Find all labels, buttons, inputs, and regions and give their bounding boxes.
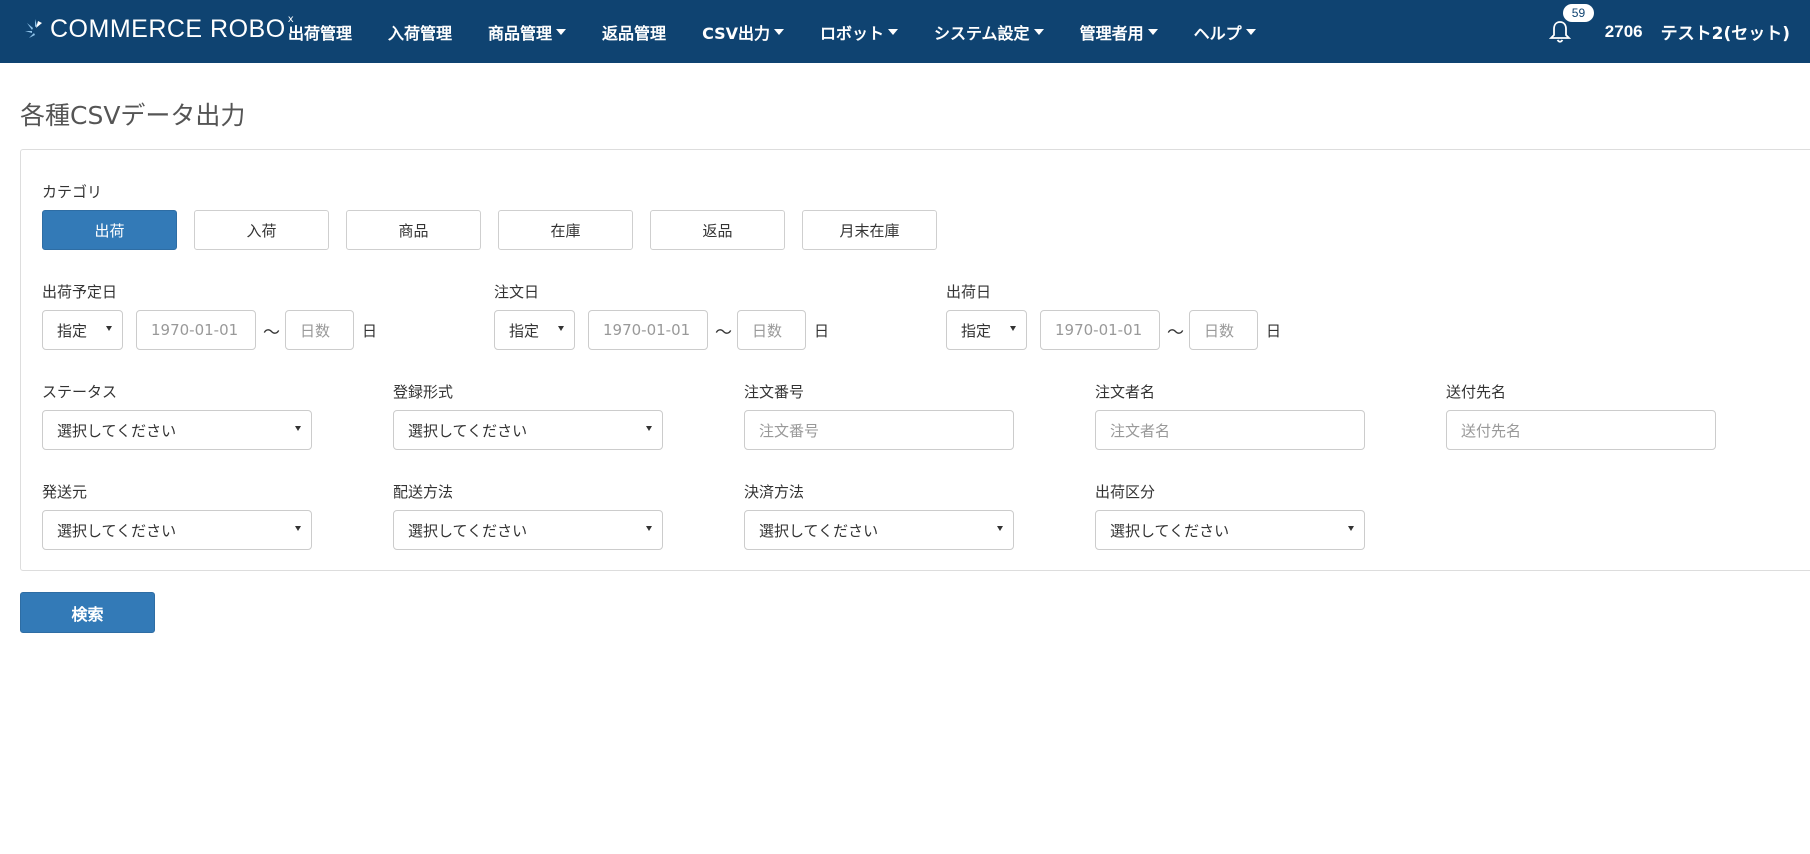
recipient-name-input[interactable]: 送付先名 bbox=[1446, 410, 1716, 450]
shipment-type-label: 出荷区分 bbox=[1095, 483, 1156, 501]
ship-date-label: 出荷日 bbox=[946, 283, 992, 301]
scheduled-ship-days-input[interactable]: 日数 bbox=[285, 310, 354, 350]
brand-logo[interactable]: COMMERCE ROBO x bbox=[24, 14, 294, 44]
range-tilde: 〜 bbox=[263, 323, 280, 343]
category-button-month-end-inventory[interactable]: 月末在庫 bbox=[802, 210, 937, 250]
main-menu: 出荷管理 入荷管理 商品管理 返品管理 CSV出力 ロボット システム設定 管理… bbox=[288, 0, 1292, 63]
caret-down-icon bbox=[1147, 28, 1158, 35]
nav-item-system-settings[interactable]: システム設定 bbox=[934, 20, 1044, 44]
user-area: 59 2706 テスト2(セット) bbox=[1548, 0, 1790, 63]
caret-down-icon bbox=[295, 526, 301, 531]
bell-icon bbox=[1548, 20, 1571, 43]
search-button[interactable]: 検索 bbox=[20, 592, 155, 633]
order-date-input[interactable]: 1970-01-01 bbox=[588, 310, 708, 350]
status-select[interactable]: 選択してください bbox=[42, 410, 312, 450]
scheduled-ship-date-label: 出荷予定日 bbox=[42, 283, 118, 301]
ship-from-select[interactable]: 選択してください bbox=[42, 510, 312, 550]
days-unit-label: 日 bbox=[814, 322, 830, 340]
nav-item-help[interactable]: ヘルプ bbox=[1194, 20, 1256, 44]
shipment-type-select[interactable]: 選択してください bbox=[1095, 510, 1365, 550]
order-days-input[interactable]: 日数 bbox=[737, 310, 806, 350]
category-button-inventory[interactable]: 在庫 bbox=[498, 210, 633, 250]
order-date-label: 注文日 bbox=[494, 283, 540, 301]
nav-item-receiving[interactable]: 入荷管理 bbox=[388, 20, 452, 44]
caret-down-icon bbox=[1010, 326, 1016, 331]
caret-down-icon bbox=[646, 526, 652, 531]
ship-date-mode-select[interactable]: 指定 bbox=[946, 310, 1027, 350]
payment-method-select[interactable]: 選択してください bbox=[744, 510, 1014, 550]
registration-format-select[interactable]: 選択してください bbox=[393, 410, 663, 450]
nav-item-admin[interactable]: 管理者用 bbox=[1080, 20, 1158, 44]
ship-days-input[interactable]: 日数 bbox=[1189, 310, 1258, 350]
caret-down-icon bbox=[106, 326, 112, 331]
order-number-label: 注文番号 bbox=[744, 383, 805, 401]
category-button-shipping[interactable]: 出荷 bbox=[42, 210, 177, 250]
nav-item-robot[interactable]: ロボット bbox=[820, 20, 899, 44]
category-button-products[interactable]: 商品 bbox=[346, 210, 481, 250]
logo-icon bbox=[25, 19, 42, 38]
caret-down-icon bbox=[1348, 526, 1354, 531]
order-number-input[interactable]: 注文番号 bbox=[744, 410, 1014, 450]
caret-down-icon bbox=[888, 28, 899, 35]
notification-button[interactable]: 59 bbox=[1548, 3, 1595, 44]
nav-item-returns[interactable]: 返品管理 bbox=[602, 20, 666, 44]
ship-date-input[interactable]: 1970-01-01 bbox=[1040, 310, 1160, 350]
registration-format-label: 登録形式 bbox=[393, 383, 454, 401]
caret-down-icon bbox=[774, 28, 785, 35]
scheduled-ship-date-mode-select[interactable]: 指定 bbox=[42, 310, 123, 350]
nav-item-shipping[interactable]: 出荷管理 bbox=[288, 20, 352, 44]
range-tilde: 〜 bbox=[1167, 323, 1184, 343]
caret-down-icon bbox=[556, 28, 567, 35]
page-title: 各種CSVデータ出力 bbox=[20, 101, 246, 130]
caret-down-icon bbox=[558, 326, 564, 331]
caret-down-icon bbox=[1033, 28, 1044, 35]
category-label: カテゴリ bbox=[42, 183, 103, 201]
order-date-mode-select[interactable]: 指定 bbox=[494, 310, 575, 350]
recipient-name-label: 送付先名 bbox=[1446, 383, 1507, 401]
delivery-method-label: 配送方法 bbox=[393, 483, 454, 501]
orderer-name-label: 注文者名 bbox=[1095, 383, 1156, 401]
notification-badge: 59 bbox=[1562, 3, 1595, 22]
brand-name: COMMERCE ROBO bbox=[50, 14, 286, 43]
caret-down-icon bbox=[997, 526, 1003, 531]
ship-from-label: 発送元 bbox=[42, 483, 88, 501]
scheduled-ship-date-input[interactable]: 1970-01-01 bbox=[136, 310, 256, 350]
user-name[interactable]: テスト2(セット) bbox=[1661, 19, 1790, 44]
status-label: ステータス bbox=[42, 383, 118, 401]
category-button-receiving[interactable]: 入荷 bbox=[194, 210, 329, 250]
range-tilde: 〜 bbox=[715, 323, 732, 343]
caret-down-icon bbox=[646, 426, 652, 431]
days-unit-label: 日 bbox=[362, 322, 378, 340]
caret-down-icon bbox=[1245, 28, 1256, 35]
nav-item-products[interactable]: 商品管理 bbox=[488, 20, 567, 44]
nav-item-csv-export[interactable]: CSV出力 bbox=[702, 20, 785, 44]
caret-down-icon bbox=[295, 426, 301, 431]
delivery-method-select[interactable]: 選択してください bbox=[393, 510, 663, 550]
user-id: 2706 bbox=[1604, 21, 1643, 41]
orderer-name-input[interactable]: 注文者名 bbox=[1095, 410, 1365, 450]
category-button-returns[interactable]: 返品 bbox=[650, 210, 785, 250]
top-navbar: COMMERCE ROBO x 出荷管理 入荷管理 商品管理 返品管理 CSV出… bbox=[0, 0, 1810, 63]
days-unit-label: 日 bbox=[1266, 322, 1282, 340]
payment-method-label: 決済方法 bbox=[744, 483, 805, 501]
